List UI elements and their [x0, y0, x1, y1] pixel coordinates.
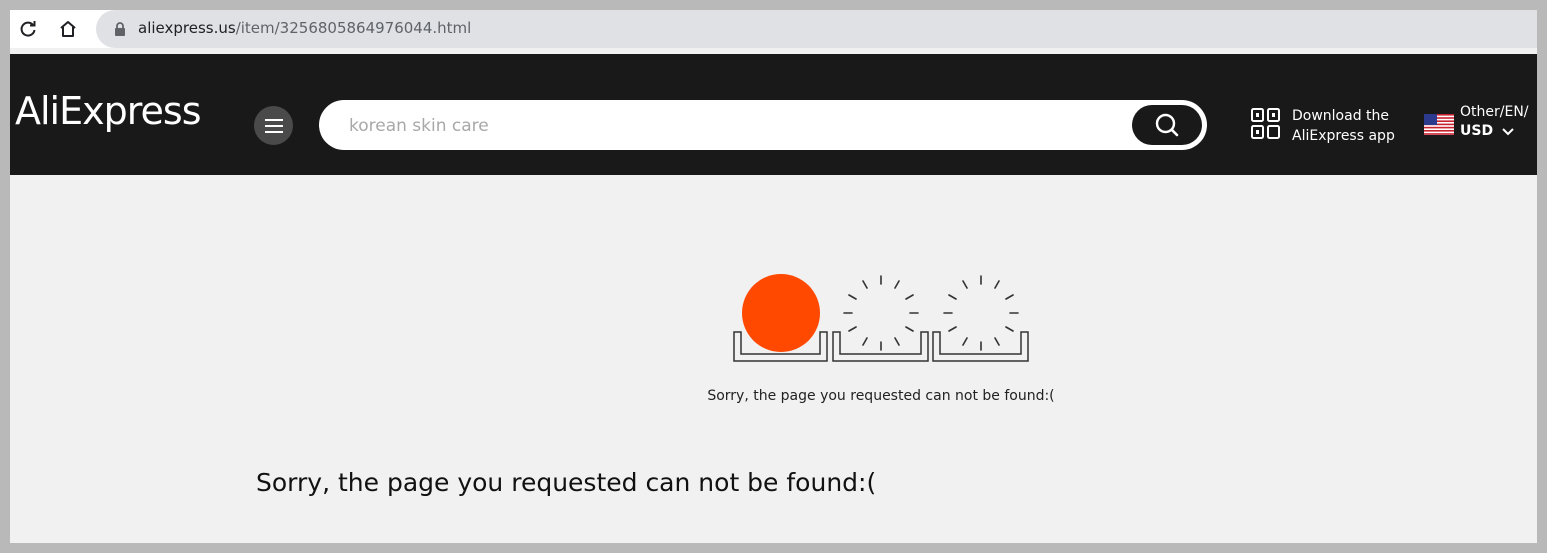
search-bar — [319, 100, 1207, 150]
qr-code-icon — [1251, 108, 1280, 139]
aliexpress-logo[interactable]: AliExpress — [15, 89, 201, 133]
error-message-small: Sorry, the page you requested can not be… — [707, 388, 1055, 404]
locale-currency-selector[interactable]: Other/EN/ USD — [1424, 104, 1537, 144]
spinner-1 — [843, 275, 919, 351]
download-app-text: Download the AliExpress app — [1292, 106, 1395, 146]
browser-toolbar: aliexpress.us/item/3256805864976044.html — [10, 10, 1537, 48]
url-host: aliexpress.us — [138, 19, 236, 37]
search-button[interactable] — [1132, 105, 1202, 145]
spinner-2 — [943, 275, 1019, 351]
download-app-line1: Download the — [1292, 108, 1390, 124]
hamburger-icon — [264, 118, 283, 133]
lock-icon — [115, 22, 125, 36]
us-flag-icon — [1424, 114, 1454, 135]
reload-icon — [20, 21, 36, 37]
locale-currency: USD — [1460, 123, 1494, 139]
download-app-line2: AliExpress app — [1292, 128, 1395, 144]
address-bar[interactable]: aliexpress.us/item/3256805864976044.html — [96, 10, 1537, 48]
url-text: aliexpress.us/item/3256805864976044.html — [138, 19, 471, 37]
orange-ball — [742, 274, 820, 352]
browser-window: aliexpress.us/item/3256805864976044.html… — [10, 10, 1537, 543]
chevron-down-icon — [1502, 128, 1514, 136]
site-header: AliExpress korean skin care Download the… — [10, 54, 1537, 175]
home-button[interactable] — [56, 17, 80, 41]
locale-language: Other/EN/ — [1460, 104, 1529, 120]
reload-button[interactable] — [16, 17, 40, 41]
search-input[interactable] — [347, 113, 1111, 139]
download-app-link[interactable]: Download the AliExpress app — [1251, 106, 1401, 146]
url-path: /item/3256805864976044.html — [235, 19, 472, 37]
page-not-found-illustration — [733, 274, 1029, 362]
category-menu-button[interactable] — [254, 106, 293, 145]
search-icon — [1155, 113, 1179, 137]
home-icon — [60, 21, 76, 37]
error-message-large: Sorry, the page you requested can not be… — [256, 468, 877, 497]
